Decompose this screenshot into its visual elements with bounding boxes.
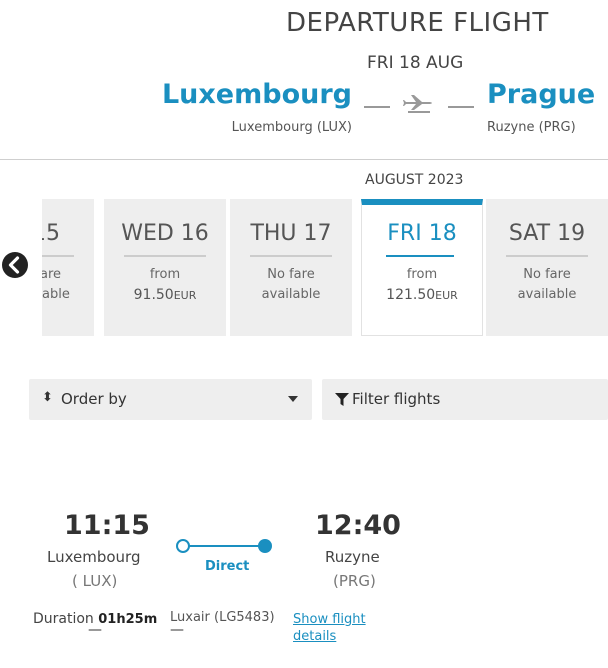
filter-flights-label: Filter flights	[352, 390, 441, 408]
no-fare-label: No fare	[267, 267, 315, 282]
fare-text: are	[42, 267, 62, 282]
route-line-right	[448, 106, 474, 108]
filter-flights-button[interactable]: Filter flights	[322, 379, 608, 420]
fare-amount: 91.50	[133, 287, 174, 303]
departure-city: Luxembourg	[47, 548, 141, 566]
order-by-label: Order by	[61, 390, 127, 408]
fare-from-label: from	[149, 267, 181, 282]
route-line-left	[364, 106, 390, 108]
origin-airport: Luxembourg (LUX)	[231, 120, 352, 135]
fare-price: 91.50EUR	[104, 287, 226, 303]
no-fare-label: available	[261, 287, 321, 302]
fare-currency: EUR	[435, 289, 458, 302]
header-divider	[0, 159, 608, 160]
date-carousel: 15 are able WED 16 from 91.50EUR THU 17 …	[42, 199, 608, 336]
carrier-dash: —	[170, 622, 184, 638]
fare-amount: 121.50	[386, 287, 436, 303]
airplane-icon	[403, 95, 432, 113]
flight-header: DEPARTURE FLIGHT FRI 18 AUG Luxembourg P…	[0, 0, 608, 160]
departure-code: ( LUX)	[72, 572, 118, 590]
date-tab-rule	[386, 255, 454, 257]
date-tab-label: WED 16	[121, 221, 209, 246]
destination-airport: Ruzyne (PRG)	[487, 120, 576, 135]
destination-city: Prague	[487, 79, 596, 110]
date-tab-sat-19[interactable]: SAT 19 No fare available	[486, 199, 608, 336]
date-tab-rule	[250, 255, 332, 257]
date-tab-rule	[506, 255, 588, 257]
date-tab-label: THU 17	[250, 221, 332, 246]
funnel-icon	[335, 393, 349, 406]
no-fare-label: No fare	[523, 267, 571, 282]
circle-arrow-left-icon[interactable]	[1, 251, 29, 279]
date-tab-rule	[42, 255, 74, 257]
duration-dash: —	[88, 622, 102, 638]
date-tab-label: SAT 19	[508, 221, 586, 246]
carrier-label: Luxair (LG5483)	[170, 610, 275, 625]
date-tab-wed-16[interactable]: WED 16 from 91.50EUR	[104, 199, 226, 336]
date-tab-rule	[124, 255, 206, 257]
departure-date: FRI 18 AUG	[367, 53, 464, 73]
stops-label: Direct	[205, 559, 250, 574]
destination-dot-icon	[258, 539, 272, 553]
fare-text: able	[42, 287, 70, 302]
date-tab-thu-17[interactable]: THU 17 No fare available	[230, 199, 352, 336]
arrival-city: Ruzyne	[325, 548, 380, 566]
fare-currency: EUR	[173, 289, 197, 302]
origin-city: Luxembourg	[161, 79, 352, 110]
date-tab-15[interactable]: 15 are able	[42, 199, 94, 336]
order-by-dropdown[interactable]: ⬍ Order by	[29, 379, 312, 420]
fare-price: 121.50EUR	[362, 287, 482, 303]
duration-value: 01h25m	[98, 612, 158, 627]
date-tab-label: FRI 18	[387, 221, 457, 246]
origin-dot-icon	[176, 539, 190, 553]
fare-from-label: from	[406, 267, 438, 282]
date-tab-label: 15	[42, 221, 60, 246]
chevron-down-icon	[288, 396, 298, 402]
calendar-month: AUGUST 2023	[365, 172, 464, 188]
arrival-time: 12:40	[315, 510, 401, 541]
no-fare-label: available	[517, 287, 577, 302]
arrival-code: (PRG)	[333, 572, 376, 590]
duration-label: Duration	[33, 611, 94, 627]
flight-result-card[interactable]: 11:15 Luxembourg ( LUX) Direct 12:40 Ruz…	[0, 500, 608, 668]
flight-path-line	[183, 545, 267, 547]
date-tab-fri-18[interactable]: FRI 18 from 121.50EUR	[361, 199, 483, 336]
page-title: DEPARTURE FLIGHT	[286, 8, 549, 38]
show-flight-details-link[interactable]: Show flight details	[293, 611, 383, 645]
sort-icon: ⬍	[42, 390, 53, 405]
departure-time: 11:15	[64, 510, 150, 541]
